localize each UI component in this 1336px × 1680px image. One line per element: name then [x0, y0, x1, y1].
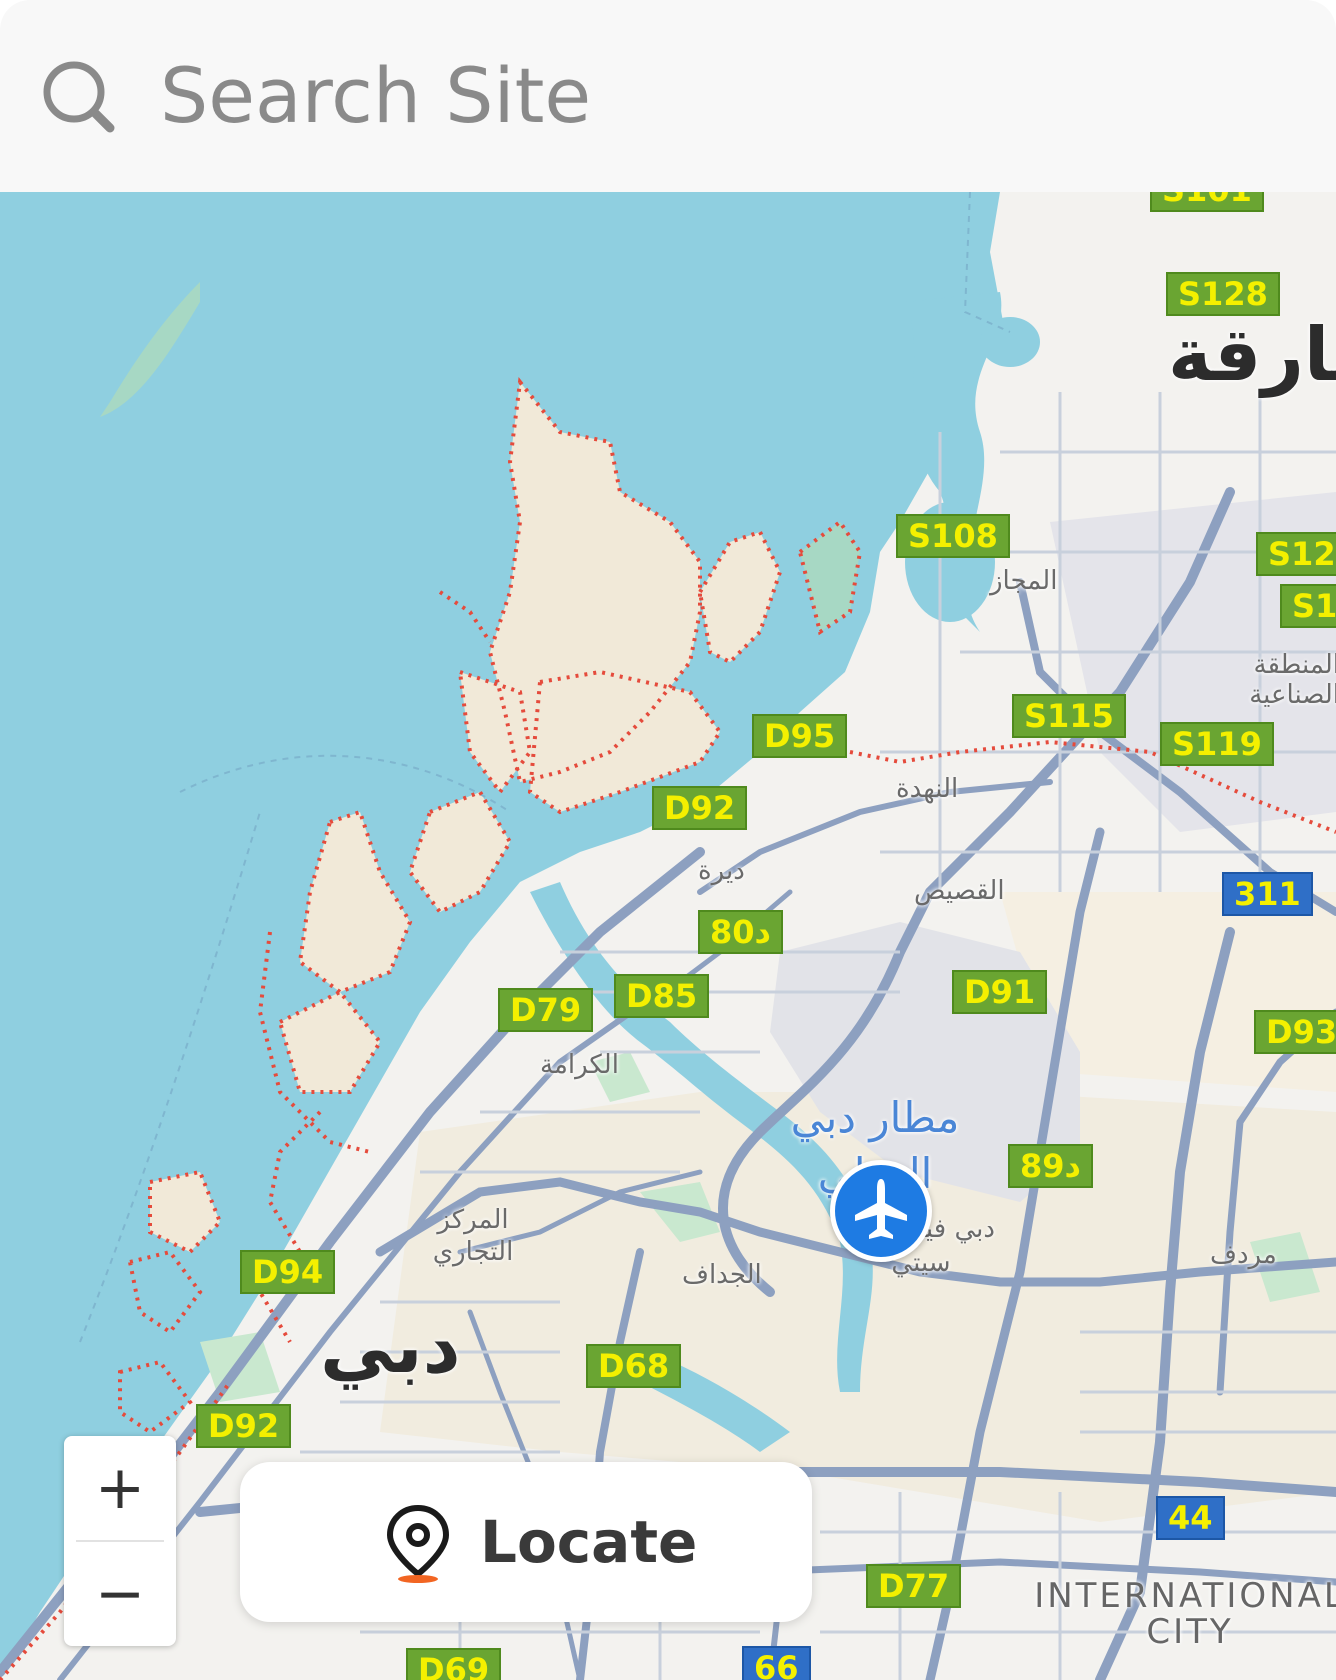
airport-marker[interactable] — [830, 1160, 932, 1262]
route-shield-s119: S119 — [1160, 722, 1274, 766]
place-label-mirdif: مردف — [1210, 1240, 1277, 1270]
place-label-industrial: المنطقة الصناعية — [1249, 650, 1336, 710]
place-label-majaz: المجاز — [990, 566, 1058, 596]
zoom-in-button[interactable]: + — [64, 1436, 176, 1540]
route-shield-s1: S1 — [1280, 584, 1336, 628]
route-shield-66: 66 — [742, 1646, 811, 1680]
place-label-deira: ديرة — [698, 856, 745, 886]
route-shield-s128: S128 — [1166, 272, 1280, 316]
route-shield-311: 311 — [1222, 872, 1313, 916]
map-app: S101 S128 S108 S120 S1 S115 S119 D95 D92… — [0, 0, 1336, 1680]
place-label-karama: الكرامة — [540, 1050, 619, 1080]
place-label-qusais: القصيص — [914, 876, 1005, 906]
route-shield-d92-south: D92 — [196, 1404, 292, 1448]
route-shield-d80: 80د — [698, 910, 783, 954]
route-shield-d89: 89د — [1008, 1144, 1093, 1188]
route-shield-d94: D94 — [240, 1250, 336, 1294]
location-pin-icon — [386, 1504, 450, 1583]
route-shield-d93: D93 — [1254, 1010, 1336, 1054]
route-shield-44: 44 — [1156, 1496, 1225, 1540]
place-label-international-city: INTERNATIONAL CITY — [1034, 1576, 1336, 1652]
place-label-trade-center: المركز التجاري — [432, 1205, 514, 1267]
route-shield-s101: S101 — [1150, 192, 1264, 212]
search-input[interactable] — [160, 40, 1260, 150]
route-shield-d69: D69 — [406, 1648, 502, 1680]
route-shield-d91: D91 — [952, 970, 1048, 1014]
route-shield-s115: S115 — [1012, 694, 1126, 738]
locate-button[interactable]: Locate — [240, 1462, 812, 1622]
zoom-out-button[interactable]: − — [64, 1542, 176, 1646]
search-bar — [0, 0, 1336, 192]
map-canvas[interactable]: S101 S128 S108 S120 S1 S115 S119 D95 D92… — [0, 192, 1336, 1680]
route-shield-d92: D92 — [652, 786, 748, 830]
place-label-jaddaf: الجداف — [682, 1260, 762, 1290]
route-shield-d79: D79 — [498, 988, 594, 1032]
route-shield-d95: D95 — [752, 714, 848, 758]
place-label-dubai: دبي — [320, 1304, 461, 1390]
zoom-control: + − — [64, 1436, 176, 1646]
airplane-icon — [855, 1179, 907, 1239]
map-base — [0, 192, 1336, 1680]
route-shield-s108: S108 — [896, 514, 1010, 558]
place-label-sharjah: الشارقة — [1168, 312, 1336, 398]
route-shield-d85: D85 — [614, 974, 710, 1018]
route-shield-d77: D77 — [866, 1564, 962, 1608]
locate-label: Locate — [480, 1508, 698, 1576]
route-shield-s120: S120 — [1256, 532, 1336, 576]
route-shield-d68: D68 — [586, 1344, 682, 1388]
place-label-nahda: النهدة — [896, 774, 959, 804]
search-icon[interactable] — [38, 56, 118, 136]
